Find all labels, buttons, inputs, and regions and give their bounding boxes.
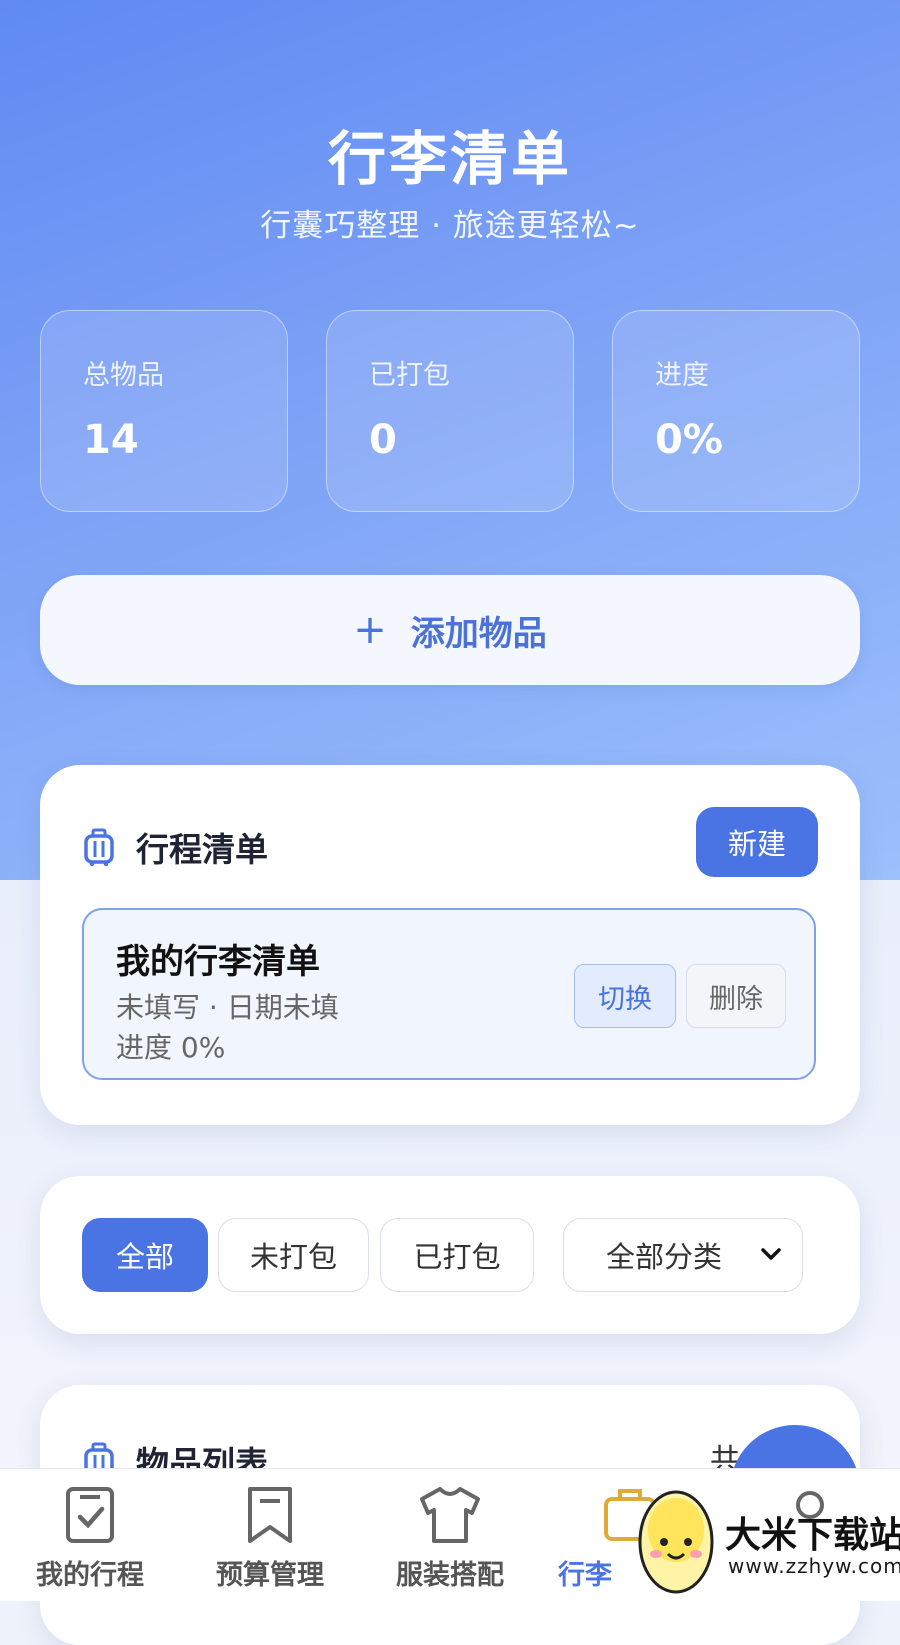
stat-card-packed: 已打包 0 [326,310,574,512]
trip-list-card: 行程清单 新建 我的行李清单 未填写 · 日期未填 进度 0% 切换 删除 [40,765,860,1125]
list-name: 我的行李清单 [116,942,320,982]
list-meta: 未填写 · 日期未填 [116,991,339,1024]
luggage-icon [84,828,114,867]
checklist-icon [66,1487,114,1543]
plus-icon: + [353,607,387,653]
new-list-button[interactable]: 新建 [696,807,818,877]
filter-card: 全部 未打包 已打包 全部分类 [40,1176,860,1334]
watermark-url: www.zzhyw.com [728,1554,900,1578]
stat-value: 0 [369,417,397,463]
category-select-value: 全部分类 [606,1240,723,1274]
stat-card-progress: 进度 0% [612,310,860,512]
watermark: 大米下载站 www.zzhyw.com [628,1480,900,1600]
filter-packed-button[interactable]: 已打包 [380,1218,534,1292]
list-progress: 进度 0% [116,1031,226,1064]
stat-value: 0% [655,417,723,463]
page-title: 行李清单 [327,125,572,193]
category-select[interactable]: 全部分类 [563,1218,803,1292]
trip-card-title: 行程清单 [136,830,268,869]
tab-label: 预算管理 [216,1560,324,1591]
chevron-down-icon [761,1248,781,1260]
delete-button[interactable]: 删除 [686,964,786,1028]
filter-all-button[interactable]: 全部 [82,1218,208,1292]
trip-card-header: 行程清单 [82,823,268,871]
trip-list-item[interactable]: 我的行李清单 未填写 · 日期未填 进度 0% 切换 删除 [82,908,816,1080]
rice-mascot-logo [638,1490,714,1594]
tab-outfits[interactable]: 服装搭配 [360,1469,540,1601]
filter-unpacked-button[interactable]: 未打包 [218,1218,369,1292]
tab-label: 服装搭配 [396,1560,504,1591]
page-subtitle: 行囊巧整理 · 旅途更轻松~ [260,208,640,244]
tab-label: 我的行程 [36,1560,144,1591]
stat-card-total: 总物品 14 [40,310,288,512]
stat-value: 14 [83,417,139,463]
stat-label: 进度 [655,360,709,391]
tab-my-trips[interactable]: 我的行程 [0,1469,180,1601]
tab-budget[interactable]: 预算管理 [180,1469,360,1601]
stat-label: 已打包 [369,360,450,391]
bookmark-icon [248,1487,292,1543]
watermark-text: 大米下载站 [725,1515,900,1556]
add-item-button[interactable]: + 添加物品 [40,575,860,685]
add-item-label: 添加物品 [410,613,547,654]
switch-button[interactable]: 切换 [574,964,676,1028]
stat-label: 总物品 [83,360,164,391]
tshirt-icon [420,1487,480,1543]
